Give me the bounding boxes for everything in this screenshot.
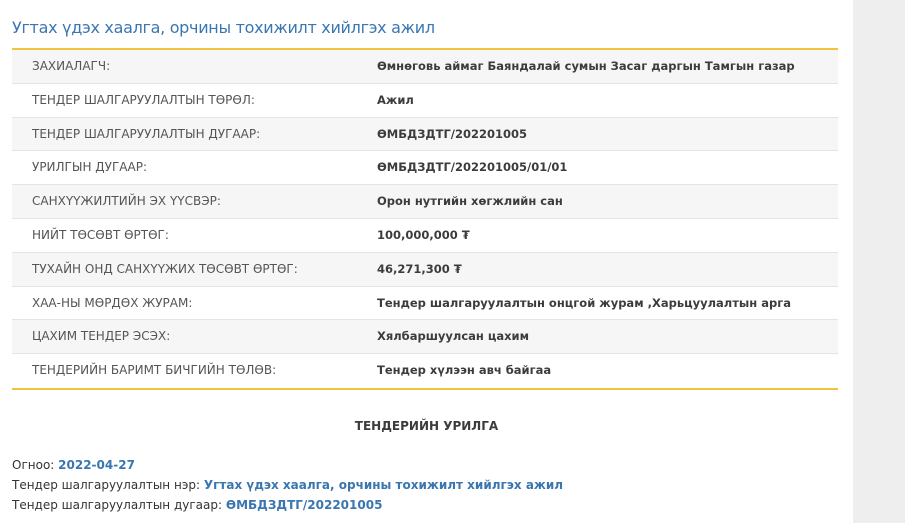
- row-value: Тендер хүлээн авч байгаа: [377, 363, 552, 378]
- tender-name-link[interactable]: Угтах үдэх хаалга, орчины тохижилт хийлг…: [204, 478, 563, 492]
- row-label: ЗАХИАЛАГЧ:: [32, 59, 111, 73]
- table-row-funding-source: САНХҮҮЖИЛТИЙН ЭХ ҮҮСВЭР: Орон нутгийн хө…: [12, 185, 838, 219]
- table-row-procedure: ХАА-НЫ МӨРДӨХ ЖУРАМ: Тендер шалгаруулалт…: [12, 286, 838, 321]
- row-label: НИЙТ ТӨСӨВТ ӨРТӨГ:: [32, 227, 169, 242]
- row-label: УРИЛГЫН ДУГААР:: [32, 160, 147, 175]
- row-value: ӨМБДЗДТГ/202201005/01/01: [377, 160, 568, 175]
- table-row-invitation-number: УРИЛГЫН ДУГААР: ӨМБДЗДТГ/202201005/01/01: [12, 151, 838, 186]
- table-row-e-tender: ЦАХИМ ТЕНДЕР ЭСЭХ: Хялбаршуулсан цахим: [12, 320, 838, 355]
- row-label: ХАА-НЫ МӨРДӨХ ЖУРАМ:: [32, 295, 193, 310]
- row-value: Хялбаршуулсан цахим: [377, 329, 530, 344]
- row-label: САНХҮҮЖИЛТИЙН ЭХ ҮҮСВЭР:: [32, 194, 221, 209]
- row-label: ТЕНДЕР ШАЛГАРУУЛАЛТЫН ТӨРӨЛ:: [32, 92, 255, 107]
- table-row-tender-number: ТЕНДЕР ШАЛГАРУУЛАЛТЫН ДУГААР: ӨМБДЗДТГ/2…: [12, 117, 838, 152]
- table-row-type: ТЕНДЕР ШАЛГАРУУЛАЛТЫН ТӨРӨЛ: Ажил: [12, 83, 838, 118]
- row-value: ӨМБДЗДТГ/202201005: [377, 126, 528, 141]
- row-value: 46,271,300 ₮: [377, 261, 462, 276]
- date-label: Огноо:: [12, 458, 55, 472]
- tender-name-label: Тендер шалгаруулалтын нэр:: [12, 478, 201, 492]
- date-link[interactable]: 2022-04-27: [58, 458, 135, 472]
- table-row-document-status: ТЕНДЕРИЙН БАРИМТ БИЧГИЙН ТӨЛӨВ: Тендер х…: [12, 354, 838, 388]
- table-row-customer: ЗАХИАЛАГЧ: Өмнөговь аймаг Баяндалай сумы…: [12, 50, 838, 84]
- section-title: ТЕНДЕРИЙН УРИЛГА: [354, 419, 499, 433]
- row-label: ТЕНДЕР ШАЛГАРУУЛАЛТЫН ДУГААР:: [32, 126, 261, 141]
- tender-number-line: Тендер шалгаруулалтын дугаар: ӨМБДЗДТГ/2…: [12, 498, 382, 512]
- page-title: Угтах үдэх хаалга, орчины тохижилт хийлг…: [12, 18, 435, 37]
- row-value: Орон нутгийн хөгжлийн сан: [377, 194, 563, 209]
- table-row-total-budget: НИЙТ ТӨСӨВТ ӨРТӨГ: 100,000,000 ₮: [12, 218, 838, 253]
- row-value: Өмнөговь аймаг Баяндалай сумын Засаг дар…: [377, 59, 795, 73]
- row-value: Ажил: [377, 92, 414, 107]
- row-value: Тендер шалгаруулалтын онцгой журам ,Харь…: [377, 295, 791, 310]
- row-value: 100,000,000 ₮: [377, 227, 470, 242]
- tender-name-line: Тендер шалгаруулалтын нэр: Угтах үдэх ха…: [12, 478, 563, 492]
- row-label: ТУХАЙН ОНД САНХҮҮЖИХ ТӨСӨВТ ӨРТӨГ:: [32, 261, 298, 276]
- tender-details-table: ЗАХИАЛАГЧ: Өмнөговь аймаг Баяндалай сумы…: [12, 48, 838, 390]
- side-panel: [853, 0, 905, 523]
- row-label: ЦАХИМ ТЕНДЕР ЭСЭХ:: [32, 329, 171, 344]
- tender-number-label: Тендер шалгаруулалтын дугаар:: [12, 498, 223, 512]
- tender-number-link[interactable]: ӨМБДЗДТГ/202201005: [226, 498, 383, 512]
- table-row-annual-budget: ТУХАЙН ОНД САНХҮҮЖИХ ТӨСӨВТ ӨРТӨГ: 46,27…: [12, 252, 838, 287]
- row-label: ТЕНДЕРИЙН БАРИМТ БИЧГИЙН ТӨЛӨВ:: [32, 363, 277, 378]
- date-line: Огноо: 2022-04-27: [12, 458, 135, 472]
